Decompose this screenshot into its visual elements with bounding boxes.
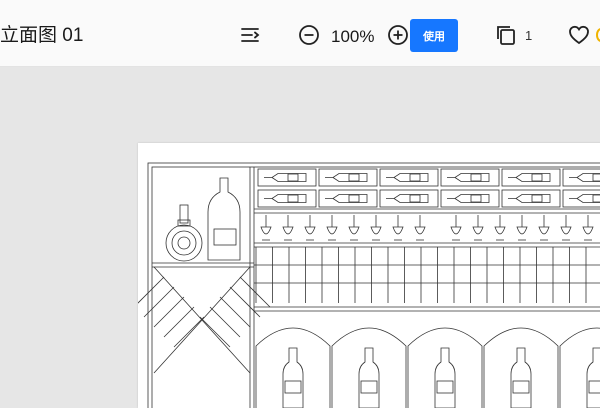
bottle-label: [360, 380, 378, 394]
bottle-label: [588, 380, 600, 394]
lying-bottle-label: [409, 194, 421, 203]
bottle-label: [512, 380, 530, 394]
bottle-label: [284, 380, 302, 394]
lying-bottle: [447, 173, 490, 182]
lying-bottle: [325, 194, 368, 203]
wine-glass: [326, 226, 338, 235]
standing-bottle: [510, 347, 532, 408]
lattice-line: [209, 306, 241, 338]
bottle-rack-cell: [562, 168, 600, 187]
wine-glass: [516, 226, 528, 235]
outline-list-icon[interactable]: [239, 24, 261, 46]
standing-bottle: [434, 347, 456, 408]
lying-bottle: [447, 194, 490, 203]
wine-glass: [282, 226, 294, 235]
pages-copy-icon[interactable]: [495, 24, 517, 46]
lying-bottle: [325, 173, 368, 182]
wine-glass: [348, 226, 360, 235]
lattice-line: [143, 286, 175, 318]
lattice-line: [173, 316, 205, 348]
zoom-out-icon[interactable]: [298, 24, 320, 46]
wine-glass: [472, 226, 484, 235]
lying-bottle-label: [531, 194, 543, 203]
lattice-line: [138, 276, 165, 304]
wine-glass: [538, 226, 550, 235]
standing-bottle: [586, 347, 600, 408]
arched-bay: [407, 327, 483, 408]
lying-bottle-label: [348, 194, 360, 203]
arched-bay: [559, 327, 600, 408]
cognac-bottle-ring: [171, 230, 197, 256]
zoom-level: 100%: [331, 27, 375, 46]
lattice-line: [199, 316, 231, 348]
wine-glass: [450, 226, 462, 235]
heart-icon[interactable]: [568, 24, 590, 46]
wine-glass: [370, 226, 382, 235]
lying-bottle-label: [592, 173, 600, 182]
wine-glass: [582, 226, 594, 235]
lying-bottle: [508, 194, 551, 203]
page-count: 1: [525, 28, 533, 43]
bottle-rack-cell: [562, 189, 600, 208]
drawing-canvas[interactable]: [138, 143, 600, 408]
lying-bottle-label: [287, 194, 299, 203]
lying-bottle-label: [348, 173, 360, 182]
lattice-line: [163, 306, 195, 338]
lattice-line: [153, 296, 185, 328]
lying-bottle: [386, 173, 429, 182]
use-button[interactable]: 使用: [410, 19, 458, 52]
bottle-label: [436, 380, 454, 394]
wine-glass: [494, 226, 506, 235]
standing-bottle: [282, 347, 304, 408]
arched-bay: [255, 327, 331, 408]
tall-bottle-label: [213, 228, 237, 246]
collaborator-indicator: [596, 28, 600, 42]
lattice-line: [239, 276, 271, 308]
tall-bottle: [207, 177, 241, 261]
top-toolbar: 立面图 01 100% 使用 1: [0, 0, 600, 67]
wine-glass: [414, 226, 426, 235]
wine-cabinet-elevation-drawing: [138, 162, 600, 408]
lying-bottle: [569, 173, 600, 182]
lying-bottle-label: [470, 194, 482, 203]
standing-bottle: [358, 347, 380, 408]
lying-bottle-label: [531, 173, 543, 182]
lying-bottle: [264, 173, 307, 182]
cognac-bottle-body: [165, 224, 203, 262]
lattice-line: [229, 286, 261, 318]
lying-bottle-label: [592, 194, 600, 203]
wine-glass: [560, 226, 572, 235]
lying-bottle-label: [287, 173, 299, 182]
wine-glass: [260, 226, 272, 235]
document-title: 立面图 01: [0, 25, 84, 46]
arched-bay: [483, 327, 559, 408]
cognac-bottle-center: [177, 236, 191, 250]
lying-bottle: [386, 194, 429, 203]
lying-bottle-label: [470, 173, 482, 182]
cabinet-inner-frame: [151, 166, 600, 408]
wine-glass: [304, 226, 316, 235]
lying-bottle: [569, 194, 600, 203]
arched-bay: [331, 327, 407, 408]
lying-bottle: [264, 194, 307, 203]
wine-glass: [392, 226, 404, 235]
lying-bottle-label: [409, 173, 421, 182]
lattice-line: [219, 296, 251, 328]
zoom-in-icon[interactable]: [387, 24, 409, 46]
lying-bottle: [508, 173, 551, 182]
